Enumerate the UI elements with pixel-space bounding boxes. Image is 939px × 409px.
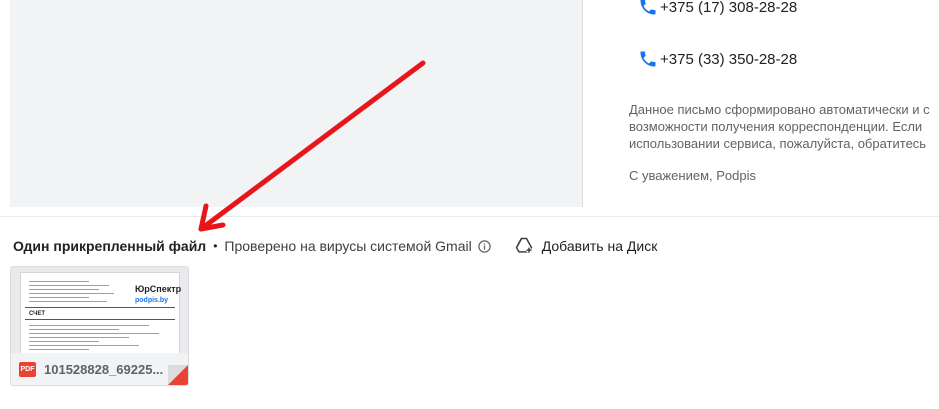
attachment-preview: ЮрСпектр podpis.by СЧЕТ	[11, 267, 188, 356]
document-title: СЧЕТ	[29, 311, 46, 317]
note-line: возможности получения корреспонденции. Е…	[629, 119, 923, 134]
phone-row-1: +375 (17) 308-28-28	[638, 0, 797, 17]
note-line: использовании сервиса, пожалуйста, обрат…	[629, 136, 927, 151]
phone-number-2[interactable]: +375 (33) 350-28-28	[660, 51, 797, 68]
brand-logo-text: ЮрСпектр	[135, 284, 182, 294]
attachment-file-name: 101528828_69225...	[44, 361, 164, 377]
add-to-drive-icon	[515, 237, 532, 253]
pdf-corner-fold	[168, 365, 188, 385]
phone-icon	[640, 51, 656, 67]
separator-dot: •	[213, 239, 218, 253]
phone-number-1[interactable]: +375 (17) 308-28-28	[660, 0, 797, 16]
virus-check-label: Проверено на вирусы системой Gmail	[224, 238, 472, 254]
add-to-drive-button[interactable]: Добавить на Диск	[514, 236, 658, 256]
divider	[0, 216, 939, 217]
attachment-file-row: PDF 101528828_69225...	[11, 353, 188, 385]
document-thumbnail: ЮрСпектр podpis.by СЧЕТ	[20, 272, 182, 356]
podpis-logo-text: podpis.by	[135, 297, 169, 304]
note-line: Данное письмо сформировано автоматически…	[629, 102, 930, 117]
phone-icon	[640, 0, 656, 15]
contact-info-card: +375 (17) 308-28-28 +375 (33) 350-28-28 …	[582, 0, 939, 207]
attachment-card[interactable]: ЮрСпектр podpis.by СЧЕТ PDF 101528828_69…	[10, 266, 189, 386]
email-body: +375 (17) 308-28-28 +375 (33) 350-28-28 …	[10, 0, 939, 207]
signature-regards: С уважением, Podpis	[629, 168, 756, 183]
info-icon[interactable]	[477, 239, 492, 254]
pdf-icon: PDF	[19, 361, 36, 377]
attachments-header: Один прикрепленный файл • Проверено на в…	[13, 236, 657, 256]
auto-generated-note: Данное письмо сформировано автоматически…	[629, 101, 939, 152]
phone-row-2: +375 (33) 350-28-28	[638, 49, 797, 69]
add-to-drive-label: Добавить на Диск	[541, 238, 658, 254]
attachment-count-label: Один прикрепленный файл	[13, 238, 207, 254]
